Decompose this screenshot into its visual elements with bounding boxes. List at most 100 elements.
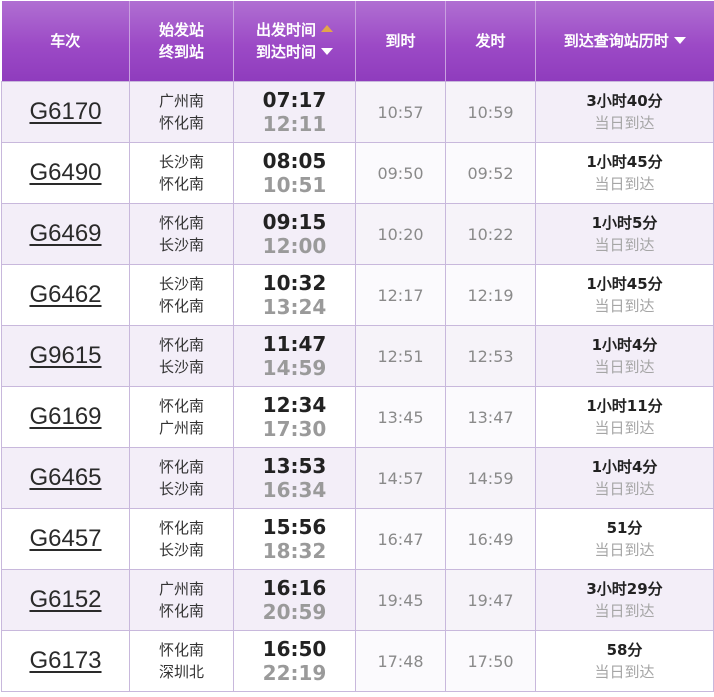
duration-cell: 1小时45分 当日到达 — [535, 142, 714, 204]
station-cell: 怀化南 长沙南 — [129, 325, 234, 387]
start-station: 怀化南 — [158, 397, 204, 415]
duration-cell: 1小时5分 当日到达 — [535, 203, 714, 265]
duration-cell: 3小时40分 当日到达 — [535, 81, 714, 143]
duration: 58分 — [606, 641, 643, 659]
train-cell: G6173 — [1, 630, 130, 692]
depart-time: 07:17 — [262, 88, 327, 112]
station-cell: 怀化南 长沙南 — [129, 508, 234, 570]
arrive-time: 18:32 — [262, 539, 327, 563]
time-cell: 15:56 18:32 — [233, 508, 356, 570]
train-table: 车次 始发站 终到站 出发时间 到达时间 到时 发时 到达查询站历时 G6170 — [1, 1, 714, 692]
arrive-cell: 19:45 — [355, 569, 446, 631]
end-station: 长沙南 — [158, 480, 204, 498]
header-end-station: 终到站 — [158, 43, 204, 61]
triangle-up-icon[interactable] — [321, 25, 333, 32]
time-cell: 13:53 16:34 — [233, 447, 356, 509]
depart-cell: 12:19 — [445, 264, 536, 326]
train-number-link[interactable]: G6465 — [29, 464, 101, 491]
train-number-link[interactable]: G6169 — [29, 403, 101, 430]
sort-depart-time[interactable]: 出发时间 — [256, 21, 333, 39]
start-station: 怀化南 — [158, 519, 204, 537]
depart-time: 16:50 — [262, 637, 327, 661]
station-cell: 怀化南 长沙南 — [129, 203, 234, 265]
arrive-cell: 10:57 — [355, 81, 446, 143]
duration: 1小时5分 — [591, 214, 658, 232]
table-row: G6170 广州南 怀化南 07:17 12:11 10:57 10:59 3小… — [1, 81, 714, 143]
header-depart: 发时 — [445, 1, 536, 82]
header-stations: 始发站 终到站 — [129, 1, 234, 82]
train-cell: G6457 — [1, 508, 130, 570]
train-number-link[interactable]: G6457 — [29, 525, 101, 552]
time-cell: 16:16 20:59 — [233, 569, 356, 631]
table-row: G9615 怀化南 长沙南 11:47 14:59 12:51 12:53 1小… — [1, 325, 714, 387]
depart-time: 10:32 — [262, 271, 327, 295]
start-station: 怀化南 — [158, 214, 204, 232]
end-station: 怀化南 — [158, 602, 204, 620]
start-station: 广州南 — [158, 580, 204, 598]
triangle-down-icon[interactable] — [321, 48, 333, 55]
train-number-link[interactable]: G9615 — [29, 342, 101, 369]
table-row: G6462 长沙南 怀化南 10:32 13:24 12:17 12:19 1小… — [1, 264, 714, 326]
duration: 1小时11分 — [586, 397, 663, 415]
arrive-time: 10:51 — [262, 173, 327, 197]
train-cell: G6462 — [1, 264, 130, 326]
arrive-cell: 12:51 — [355, 325, 446, 387]
arrive-time: 17:30 — [262, 417, 327, 441]
station-cell: 怀化南 长沙南 — [129, 447, 234, 509]
depart-cell: 13:47 — [445, 386, 536, 448]
start-station: 长沙南 — [158, 275, 204, 293]
train-number-link[interactable]: G6469 — [29, 220, 101, 247]
train-number-link[interactable]: G6152 — [29, 586, 101, 613]
time-cell: 07:17 12:11 — [233, 81, 356, 143]
depart-time: 16:16 — [262, 576, 327, 600]
depart-time: 12:34 — [262, 393, 327, 417]
train-cell: G6490 — [1, 142, 130, 204]
train-number-link[interactable]: G6462 — [29, 281, 101, 308]
train-cell: G6465 — [1, 447, 130, 509]
sort-arrive-time[interactable]: 到达时间 — [256, 43, 333, 61]
duration: 3小时40分 — [586, 92, 663, 110]
duration: 3小时29分 — [586, 580, 663, 598]
end-station: 长沙南 — [158, 541, 204, 559]
depart-cell: 09:52 — [445, 142, 536, 204]
train-number-link[interactable]: G6490 — [29, 159, 101, 186]
duration-cell: 1小时4分 当日到达 — [535, 447, 714, 509]
end-station: 广州南 — [158, 419, 204, 437]
end-station: 长沙南 — [158, 236, 204, 254]
sort-duration[interactable]: 到达查询站历时 — [535, 1, 714, 82]
station-cell: 怀化南 深圳北 — [129, 630, 234, 692]
table-row: G6490 长沙南 怀化南 08:05 10:51 09:50 09:52 1小… — [1, 142, 714, 204]
time-cell: 10:32 13:24 — [233, 264, 356, 326]
time-cell: 16:50 22:19 — [233, 630, 356, 692]
train-schedule: 车次 始发站 终到站 出发时间 到达时间 到时 发时 到达查询站历时 G6170 — [1, 1, 714, 692]
station-cell: 怀化南 广州南 — [129, 386, 234, 448]
time-cell: 09:15 12:00 — [233, 203, 356, 265]
arrival-note: 当日到达 — [594, 663, 655, 681]
duration-cell: 1小时4分 当日到达 — [535, 325, 714, 387]
depart-cell: 14:59 — [445, 447, 536, 509]
depart-time: 15:56 — [262, 515, 327, 539]
duration: 51分 — [606, 519, 643, 537]
arrival-note: 当日到达 — [594, 358, 655, 376]
train-cell: G6169 — [1, 386, 130, 448]
arrive-time: 16:34 — [262, 478, 327, 502]
station-cell: 广州南 怀化南 — [129, 81, 234, 143]
table-row: G6457 怀化南 长沙南 15:56 18:32 16:47 16:49 51… — [1, 508, 714, 570]
end-station: 怀化南 — [158, 175, 204, 193]
table-row: G6469 怀化南 长沙南 09:15 12:00 10:20 10:22 1小… — [1, 203, 714, 265]
arrival-note: 当日到达 — [594, 541, 655, 559]
depart-time: 13:53 — [262, 454, 327, 478]
depart-time: 08:05 — [262, 149, 327, 173]
arrival-note: 当日到达 — [594, 419, 655, 437]
arrive-cell: 17:48 — [355, 630, 446, 692]
triangle-down-icon[interactable] — [673, 37, 686, 44]
arrival-note: 当日到达 — [594, 236, 655, 254]
arrival-note: 当日到达 — [594, 480, 655, 498]
header-start-station: 始发站 — [158, 21, 204, 39]
table-row: G6152 广州南 怀化南 16:16 20:59 19:45 19:47 3小… — [1, 569, 714, 631]
arrival-note: 当日到达 — [594, 297, 655, 315]
train-number-link[interactable]: G6170 — [29, 98, 101, 125]
end-station: 怀化南 — [158, 114, 204, 132]
arrive-cell: 10:20 — [355, 203, 446, 265]
train-number-link[interactable]: G6173 — [29, 647, 101, 674]
